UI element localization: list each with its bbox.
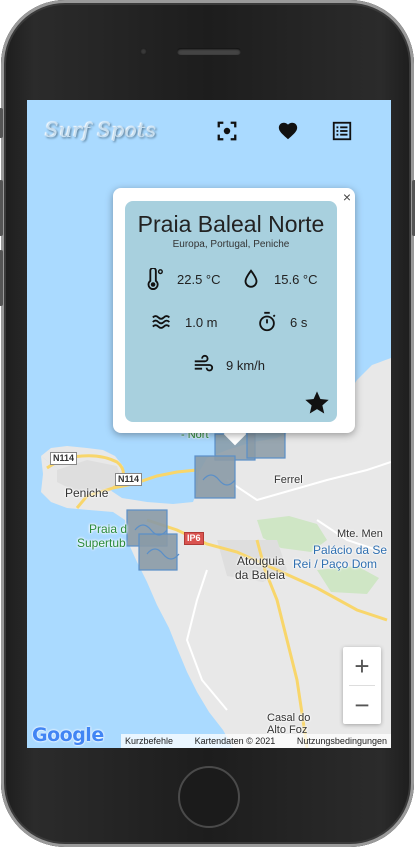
app-screen: - Nort N114 N114 Peniche Ferrel Praia d … <box>27 100 391 748</box>
wave-height-stat: 1.0 m <box>151 311 218 333</box>
earpiece-speaker <box>177 48 241 55</box>
thermometer-icon <box>147 268 163 290</box>
close-popup-button[interactable]: × <box>343 189 351 205</box>
home-button[interactable] <box>178 766 240 828</box>
locate-icon[interactable] <box>216 120 238 142</box>
app-title: Surf Spots <box>45 118 157 142</box>
map-label-praia-supertubos: Supertub <box>77 536 126 550</box>
road-shield-n114: N114 <box>115 473 143 486</box>
map-attribution-bar: Kurzbefehle Kartendaten © 2021 Nutzungsb… <box>121 734 391 748</box>
map-data-credit[interactable]: Kartendaten © 2021 <box>195 736 276 746</box>
map-label-peniche: Peniche <box>65 486 109 500</box>
keyboard-shortcuts-link[interactable]: Kurzbefehle <box>125 736 173 746</box>
map-label-atouguia: Atouguia <box>237 554 285 568</box>
wave-period-stat: 6 s <box>256 311 307 333</box>
water-temperature-value: 15.6 °C <box>274 271 318 287</box>
zoom-controls: + − <box>343 647 381 724</box>
map-label-palacio: Palácio da Se <box>313 543 388 557</box>
road-shield-n114: N114 <box>50 452 78 465</box>
google-logo-text: Google <box>32 724 104 746</box>
timer-icon <box>259 311 276 332</box>
water-drop-icon <box>244 269 258 288</box>
map-label-praia-supertubos: Praia d <box>89 522 128 536</box>
water-temperature-stat: 15.6 °C <box>240 268 318 290</box>
favorites-heart-icon[interactable] <box>277 120 299 142</box>
map-label-mte-men: Mte. Men <box>337 528 383 540</box>
phone-frame: - Nort N114 N114 Peniche Ferrel Praia d … <box>0 0 415 847</box>
wind-speed-stat: 9 km/h <box>192 354 265 376</box>
map-label-atouguia: da Baleia <box>235 568 286 582</box>
wind-speed-value: 9 km/h <box>226 357 266 373</box>
volume-down-button <box>0 250 3 306</box>
spot-region: Europa, Portugal, Peniche <box>172 239 290 250</box>
map-label-casal: Casal do <box>267 712 311 724</box>
zoom-out-button[interactable]: − <box>343 686 381 724</box>
spot-name: Praia Baleal Norte <box>137 211 325 237</box>
air-temperature-stat: 22.5 °C <box>143 268 221 290</box>
wind-icon <box>194 354 214 372</box>
waves-icon <box>152 315 170 329</box>
front-camera <box>140 48 147 55</box>
google-logo[interactable]: Google <box>32 724 104 746</box>
air-temperature-value: 22.5 °C <box>177 271 221 287</box>
spot-info-popup: × Praia Baleal Norte Europa, Portugal, P… <box>113 188 355 433</box>
wave-period-value: 6 s <box>290 314 308 330</box>
mute-switch <box>0 108 3 138</box>
zoom-in-button[interactable]: + <box>343 647 381 685</box>
wave-height-value: 1.0 m <box>185 314 218 330</box>
list-icon[interactable] <box>331 120 353 142</box>
spot-card: Praia Baleal Norte Europa, Portugal, Pen… <box>125 201 337 422</box>
terms-link[interactable]: Nutzungsbedingungen <box>297 736 387 746</box>
road-shield-ip6: IP6 <box>184 532 204 545</box>
volume-up-button <box>0 180 3 236</box>
map-label-palacio: Rei / Paço Dom <box>293 557 378 571</box>
map-label-ferrel: Ferrel <box>274 474 303 486</box>
favorite-star-icon[interactable] <box>303 389 331 417</box>
